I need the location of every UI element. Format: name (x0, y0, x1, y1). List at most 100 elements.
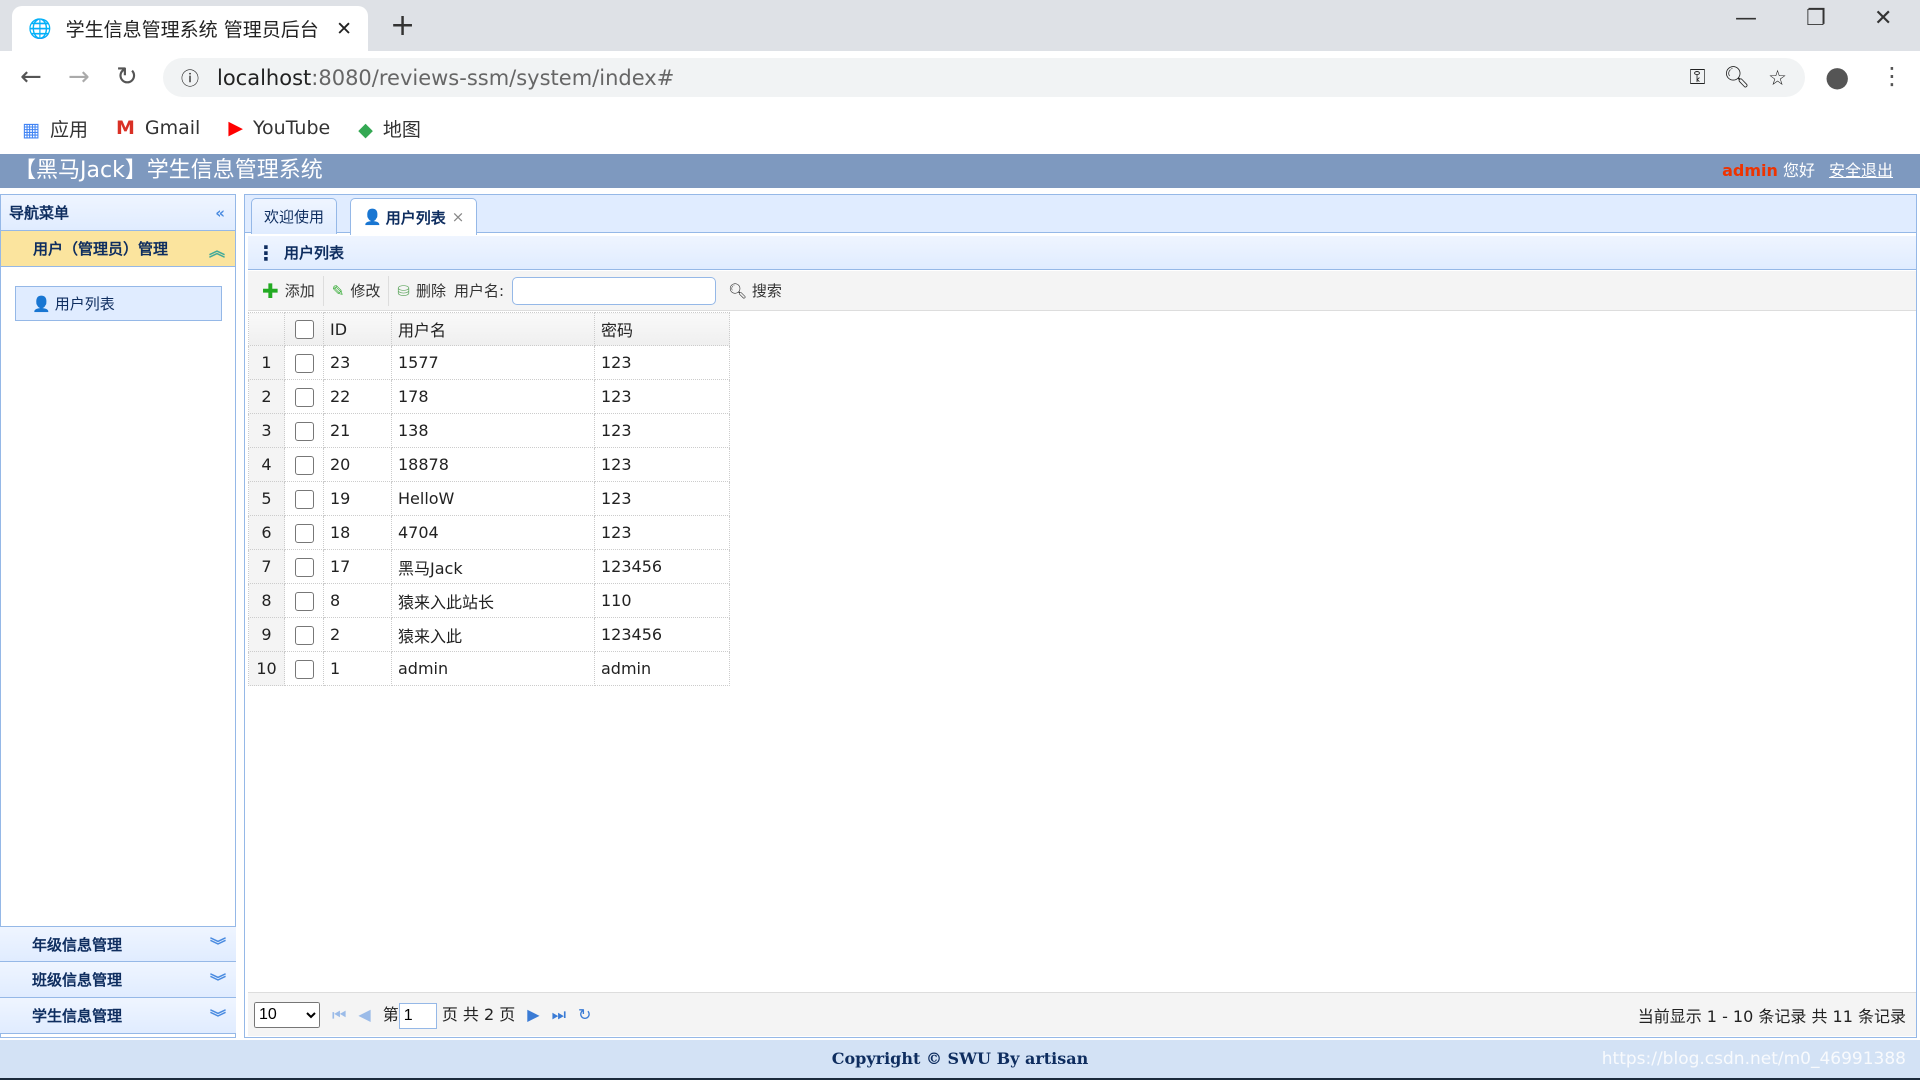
add-label: 添加 (284, 282, 315, 300)
username-search-input[interactable] (512, 276, 717, 305)
cell-username: 18878 (391, 447, 595, 482)
search-button[interactable]: 🔍︎ 搜索 (728, 280, 782, 301)
row-checkbox[interactable] (284, 583, 324, 618)
sidebar-item-user-list[interactable]: 👤 用户列表 (15, 286, 222, 321)
column-header-password[interactable]: 密码 (594, 312, 730, 346)
delete-button[interactable]: ⛁ 删除 (389, 276, 454, 306)
bookmark-label: 应用 (49, 118, 88, 141)
page-suffix: 页 共 2 页 (441, 1004, 516, 1024)
row-checkbox[interactable] (284, 447, 324, 482)
menu-icon[interactable]: ⋮ (1880, 62, 1904, 90)
table-row[interactable]: 8 8 猿来入此站长 110 (248, 583, 730, 618)
cell-password: 123 (594, 413, 730, 448)
close-tab-icon[interactable]: × (452, 208, 465, 226)
search-label: 搜索 (751, 282, 782, 300)
table-row[interactable]: 9 2 猿来入此 123456 (248, 617, 730, 652)
cell-username: 1577 (391, 345, 595, 380)
section-label: 学生信息管理 (32, 1007, 123, 1025)
prev-page-icon[interactable]: ◀ (358, 1005, 370, 1024)
cell-username: HelloW (391, 481, 595, 516)
restore-button[interactable]: ❐ (1806, 6, 1826, 31)
first-page-icon[interactable]: ⏮ (332, 1005, 346, 1025)
pagination: 10 ⏮ ◀ 第 页 共 2 页 ▶ ⏭ ↻ 当前显示 1 - 10 条记录 共… (248, 992, 1916, 1036)
delete-label: 删除 (415, 282, 446, 300)
user-icon: 👤 (32, 294, 51, 313)
panel-title: 用户列表 (284, 244, 345, 262)
cell-password: 123 (594, 447, 730, 482)
table-row[interactable]: 5 19 HelloW 123 (248, 481, 730, 516)
copyright: Copyright © SWU By artisan (831, 1049, 1089, 1068)
user-table: ID 用户名 密码 1 23 1577 123 2 22 178 123 3 21 … (248, 312, 730, 686)
chevron-up-icon: ︽ (208, 240, 225, 260)
url-host: localhost (217, 65, 312, 90)
last-page-icon[interactable]: ⏭ (552, 1005, 566, 1025)
sidebar-section-students[interactable]: 学生信息管理 ︾ (0, 998, 236, 1034)
row-checkbox[interactable] (284, 617, 324, 652)
tab-welcome[interactable]: 欢迎使用 (251, 198, 338, 234)
row-checkbox[interactable] (284, 379, 324, 414)
tab-title: 学生信息管理系统 管理员后台 (65, 19, 319, 41)
sidebar-section-users[interactable]: 用户（管理员）管理 ︽ (1, 231, 235, 267)
info-icon: ⓘ (181, 68, 199, 90)
bookmark-gmail[interactable]: M Gmail (116, 117, 200, 139)
refresh-icon[interactable]: ↻ (578, 1005, 591, 1024)
new-tab-button[interactable]: + (390, 8, 415, 43)
username: admin (1722, 161, 1778, 180)
table-row[interactable]: 10 1 admin admin (248, 651, 730, 686)
row-checkbox[interactable] (284, 345, 324, 380)
row-checkbox[interactable] (284, 481, 324, 516)
star-icon[interactable]: ☆ (1768, 66, 1787, 90)
close-window-button[interactable]: ✕ (1874, 6, 1892, 31)
rownum-header (248, 312, 285, 346)
bookmark-youtube[interactable]: ▶ YouTube (228, 117, 330, 139)
nav-menu-header: 导航菜单 « (1, 195, 235, 231)
sidebar-section-classes[interactable]: 班级信息管理 ︾ (0, 962, 236, 998)
sidebar-section-grades[interactable]: 年级信息管理 ︾ (0, 926, 236, 962)
row-number: 3 (248, 413, 285, 448)
cell-password: 123 (594, 379, 730, 414)
back-button[interactable]: ← (20, 62, 42, 92)
logout-link[interactable]: 安全退出 (1829, 161, 1893, 180)
reload-button[interactable]: ↻ (116, 62, 138, 92)
bookmark-apps[interactable]: ▦ 应用 (22, 115, 88, 142)
row-checkbox[interactable] (284, 413, 324, 448)
table-row[interactable]: 6 18 4704 123 (248, 515, 730, 550)
page-size-select[interactable]: 10 (254, 1001, 320, 1028)
collapse-icon[interactable]: « (215, 204, 225, 222)
tab-label: 用户列表 (385, 208, 446, 227)
forward-button[interactable]: → (68, 62, 90, 92)
next-page-icon[interactable]: ▶ (527, 1005, 539, 1024)
tab-user-list[interactable]: 👤 用户列表 × (350, 198, 478, 235)
key-icon[interactable]: ⚿ (1690, 65, 1706, 90)
cell-username: 猿来入此站长 (391, 583, 595, 618)
row-number: 7 (248, 549, 285, 584)
column-header-username[interactable]: 用户名 (391, 312, 595, 346)
table-row[interactable]: 4 20 18878 123 (248, 447, 730, 482)
cell-password: 123456 (594, 549, 730, 584)
row-number: 8 (248, 583, 285, 618)
row-checkbox[interactable] (284, 515, 324, 550)
table-row[interactable]: 3 21 138 123 (248, 413, 730, 448)
table-row[interactable]: 1 23 1577 123 (248, 345, 730, 380)
table-row[interactable]: 7 17 黑马Jack 123456 (248, 549, 730, 584)
close-tab-icon[interactable]: ✕ (336, 18, 352, 40)
row-number: 9 (248, 617, 285, 652)
profile-icon[interactable]: ● (1825, 60, 1849, 93)
row-checkbox[interactable] (284, 651, 324, 686)
browser-tab[interactable]: 🌐 学生信息管理系统 管理员后台 ✕ (12, 6, 368, 51)
table-row[interactable]: 2 22 178 123 (248, 379, 730, 414)
apps-grid-icon: ▦ (22, 118, 40, 141)
page-number-input[interactable] (398, 1002, 437, 1029)
select-all-checkbox[interactable] (284, 312, 324, 346)
minimize-button[interactable]: — (1735, 6, 1757, 31)
row-checkbox[interactable] (284, 549, 324, 584)
cell-id: 20 (323, 447, 392, 482)
address-bar[interactable]: ⓘ localhost:8080/reviews-ssm/system/inde… (163, 58, 1805, 97)
zoom-icon[interactable]: 🔍︎ (1724, 65, 1751, 90)
column-header-id[interactable]: ID (323, 312, 392, 346)
add-button[interactable]: ✚ 添加 (254, 275, 324, 306)
edit-button[interactable]: ✎ 修改 (324, 275, 390, 306)
cell-id: 22 (323, 379, 392, 414)
bookmark-maps[interactable]: ◆ 地图 (358, 115, 421, 142)
row-number: 2 (248, 379, 285, 414)
